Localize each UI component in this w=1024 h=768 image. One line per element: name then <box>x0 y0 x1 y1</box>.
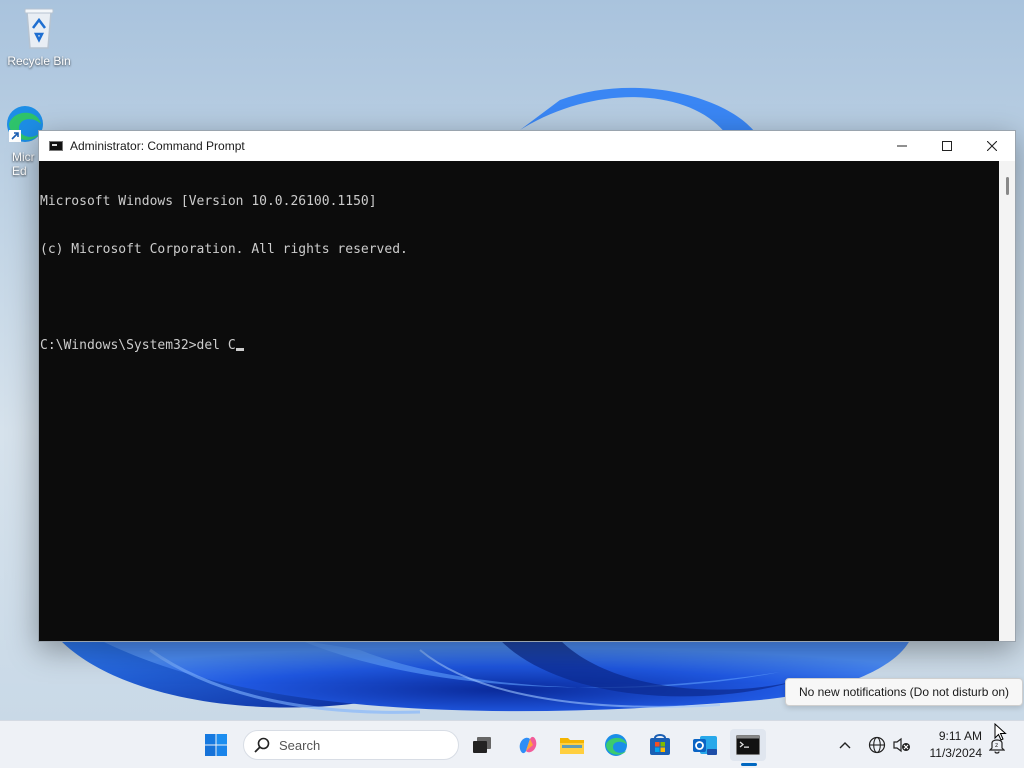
terminal-line: (c) Microsoft Corporation. All rights re… <box>40 242 408 257</box>
maximize-button[interactable] <box>924 131 970 161</box>
start-button[interactable] <box>198 729 234 761</box>
speaker-muted-icon <box>893 737 910 753</box>
title-bar[interactable]: Administrator: Command Prompt <box>39 131 1015 161</box>
minimize-button[interactable] <box>879 131 925 161</box>
outlook-icon <box>693 736 717 755</box>
network-status-button[interactable] <box>866 721 888 768</box>
clock-date: 11/3/2024 <box>929 746 983 760</box>
task-view-icon <box>473 737 491 753</box>
volume-button[interactable] <box>891 721 913 768</box>
minimize-icon <box>897 145 907 147</box>
terminal-output[interactable]: Microsoft Windows [Version 10.0.26100.11… <box>39 161 999 641</box>
terminal-line: Microsoft Windows [Version 10.0.26100.11… <box>40 194 377 209</box>
clock-time: 9:11 AM <box>938 729 982 743</box>
taskbar-copilot[interactable] <box>510 729 546 761</box>
close-button[interactable] <box>969 131 1015 161</box>
taskbar-file-explorer[interactable] <box>554 729 590 761</box>
active-app-indicator <box>741 763 757 766</box>
taskbar-command-prompt[interactable] <box>730 729 766 761</box>
desktop-icon-label: Recycle Bin <box>7 54 71 68</box>
maximize-icon <box>942 141 952 151</box>
scrollbar-thumb[interactable] <box>1006 177 1009 195</box>
desktop-icon-recycle-bin[interactable]: Recycle Bin <box>1 6 77 68</box>
close-icon <box>987 141 997 151</box>
svg-text:z: z <box>995 742 998 749</box>
edge-icon <box>605 734 627 756</box>
window-title: Administrator: Command Prompt <box>70 139 245 153</box>
store-icon <box>650 734 670 755</box>
mouse-pointer-icon <box>994 723 1007 741</box>
taskbar-outlook[interactable] <box>687 729 723 761</box>
taskbar-task-view[interactable] <box>464 729 500 761</box>
terminal-prompt-line: C:\Windows\System32>del C <box>40 338 999 354</box>
taskbar-edge[interactable] <box>598 729 634 761</box>
taskbar: 9:11 AM 11/3/2024 z <box>0 720 1024 768</box>
terminal-icon <box>49 141 63 151</box>
recycle-bin-icon <box>19 6 59 50</box>
folder-icon <box>560 738 584 754</box>
terminal-command: C:\Windows\System32>del C <box>40 338 236 353</box>
terminal-icon <box>736 735 760 755</box>
taskbar-store[interactable] <box>642 729 678 761</box>
edge-icon <box>3 102 43 146</box>
show-hidden-icons-button[interactable] <box>834 721 856 768</box>
copilot-icon <box>519 736 537 754</box>
system-clock[interactable]: 9:11 AM 11/3/2024 <box>918 725 988 765</box>
text-cursor <box>235 348 244 351</box>
network-globe-icon <box>868 736 886 754</box>
command-prompt-window[interactable]: Administrator: Command Prompt Microsoft … <box>38 130 1016 642</box>
vertical-scrollbar[interactable] <box>999 161 1015 641</box>
notification-toast: No new notifications (Do not disturb on) <box>785 678 1023 706</box>
search-input[interactable] <box>279 737 449 753</box>
taskbar-search[interactable] <box>243 730 459 760</box>
windows-start-icon <box>205 734 227 756</box>
chevron-up-icon <box>839 742 851 749</box>
search-icon <box>254 737 270 753</box>
